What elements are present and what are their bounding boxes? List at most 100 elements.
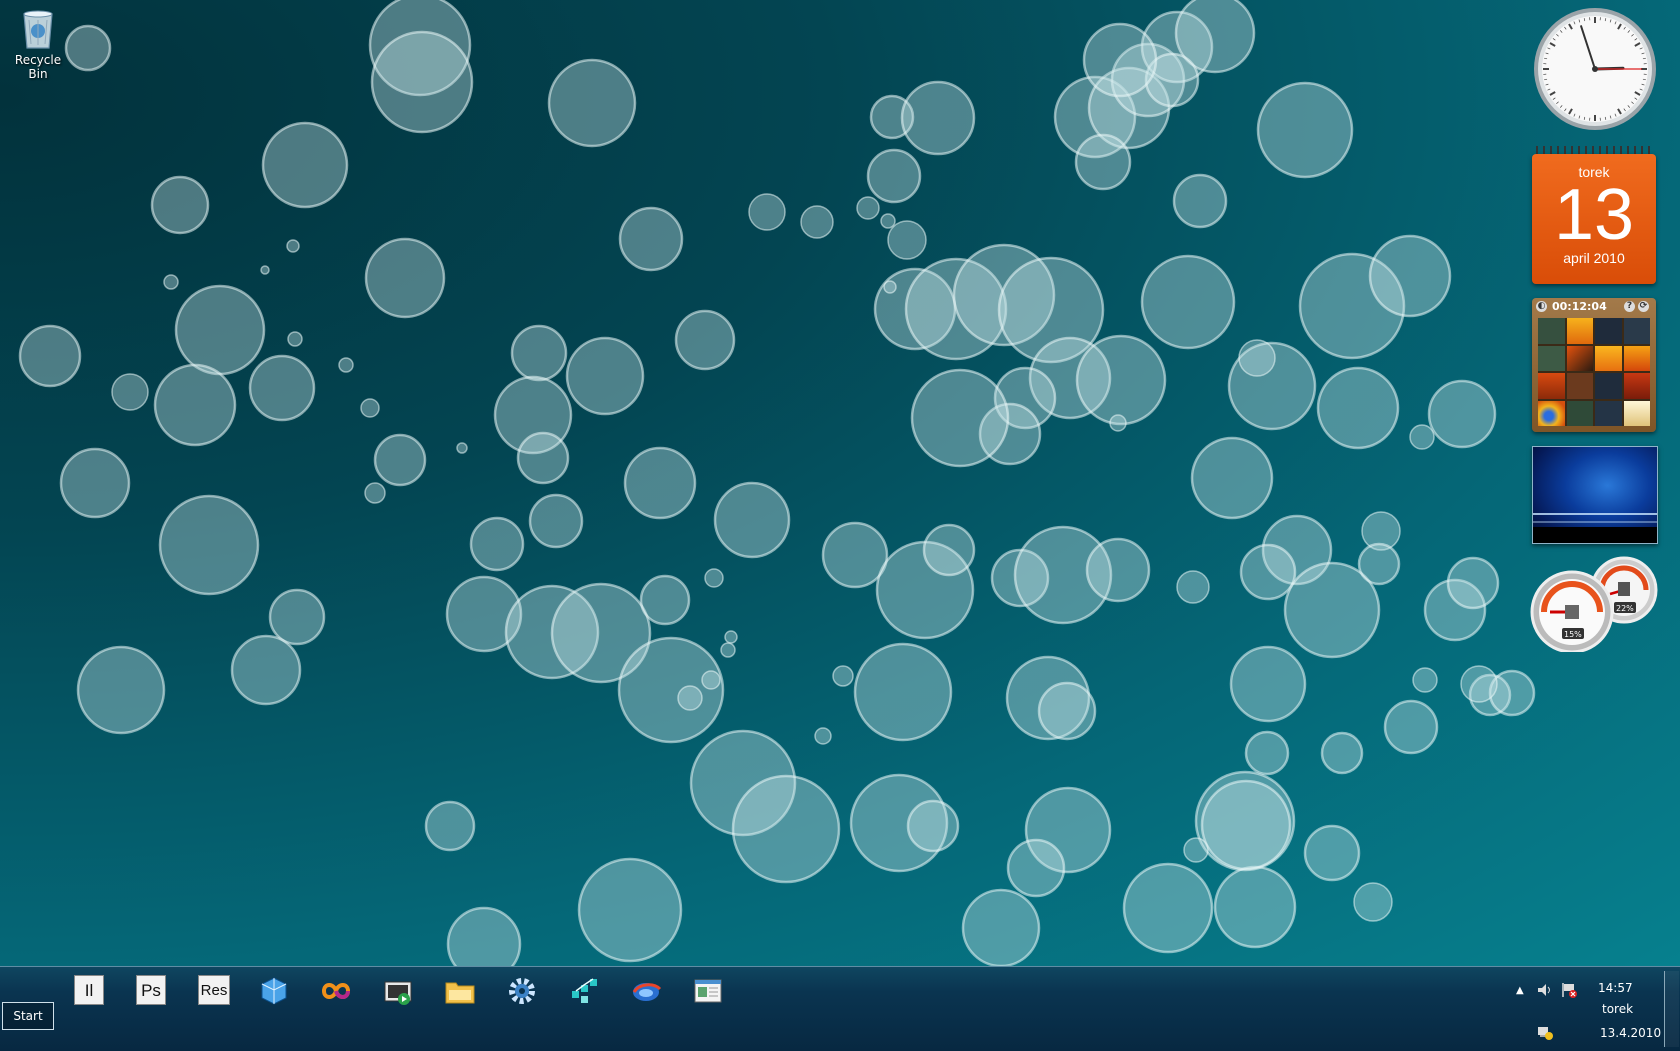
flag-alert-icon xyxy=(1560,981,1578,999)
wallpaper-bubble xyxy=(1239,340,1275,376)
taskbar-photoshop[interactable]: Ps xyxy=(136,975,166,1005)
wallpaper-bubble xyxy=(579,859,681,961)
wallpaper-bubble xyxy=(365,483,385,503)
taskbar-visual-studio[interactable] xyxy=(320,975,352,1007)
calendar-gadget[interactable]: torek 13 april 2010 xyxy=(1532,146,1656,284)
puzzle-picture-icon[interactable]: ⟳ xyxy=(1638,301,1649,312)
cpu-chip-icon xyxy=(1565,605,1579,619)
network-icon xyxy=(568,975,600,1007)
wallpaper-bubble xyxy=(749,194,785,230)
puzzle-grid[interactable] xyxy=(1538,318,1650,426)
wallpaper-bubble xyxy=(641,576,689,624)
wallpaper-bubble xyxy=(66,26,110,70)
puzzle-tile[interactable] xyxy=(1624,401,1651,427)
puzzle-tile[interactable] xyxy=(1538,373,1565,399)
puzzle-tile[interactable] xyxy=(1595,346,1622,372)
memory-icon xyxy=(1618,582,1630,596)
calendar-month-year: april 2010 xyxy=(1532,250,1656,266)
tray-clock-date[interactable]: 13.4.2010 xyxy=(1600,1026,1661,1040)
desktop-background[interactable]: Recycle Bin torek 13 april 2010 ◐ 00:12:… xyxy=(0,0,1680,966)
puzzle-tile[interactable] xyxy=(1538,318,1565,344)
wallpaper-bubble xyxy=(1124,864,1212,952)
puzzle-tile[interactable] xyxy=(1595,373,1622,399)
tray-action-center[interactable] xyxy=(1560,981,1578,1003)
wallpaper-bubble xyxy=(1184,838,1208,862)
puzzle-tile[interactable] xyxy=(1567,401,1594,427)
taskbar-settings[interactable] xyxy=(506,975,538,1007)
wallpaper-bubble xyxy=(924,525,974,575)
calendar-date: 13 xyxy=(1532,180,1656,250)
wallpaper-bubble xyxy=(164,275,178,289)
puzzle-tile[interactable] xyxy=(1567,318,1594,344)
wallpaper-bubble xyxy=(160,496,258,594)
wallpaper-bubble xyxy=(733,776,839,882)
wallpaper-bubble xyxy=(702,671,720,689)
wallpaper-bubble xyxy=(567,338,643,414)
recycle-bin-shortcut[interactable]: Recycle Bin xyxy=(4,6,72,81)
taskbar-windows-explorer[interactable] xyxy=(444,975,476,1007)
wallpaper-bubble xyxy=(512,326,566,380)
wallpaper-bubble xyxy=(705,569,723,587)
wallpaper-bubble xyxy=(372,32,472,132)
puzzle-tile[interactable] xyxy=(1538,346,1565,372)
wallpaper-bubble xyxy=(176,286,264,374)
wallpaper-bubble xyxy=(339,358,353,372)
puzzle-tile[interactable] xyxy=(1567,346,1594,372)
document-icon xyxy=(692,975,724,1007)
wallpaper-bubble xyxy=(721,643,735,657)
wallpaper-bubble xyxy=(1322,733,1362,773)
taskbar-media-center[interactable] xyxy=(382,975,414,1007)
wallpaper-bubble xyxy=(855,644,951,740)
show-desktop-button[interactable] xyxy=(1664,971,1679,1047)
picture-puzzle-gadget[interactable]: ◐ 00:12:04 ? ⟳ xyxy=(1532,298,1656,432)
wallpaper-bubble xyxy=(471,518,523,570)
media-center-icon xyxy=(382,975,414,1007)
recycle-bin-icon xyxy=(18,6,58,50)
wallpaper-bubble xyxy=(1142,256,1234,348)
taskbar-browser[interactable] xyxy=(630,975,662,1007)
clock-gadget[interactable] xyxy=(1532,6,1658,132)
puzzle-pause-icon[interactable]: ◐ xyxy=(1536,301,1547,312)
cpu-meter-gadget[interactable]: 15% 22% xyxy=(1530,556,1662,652)
clock-face xyxy=(1532,6,1658,132)
wallpaper-bubble xyxy=(1084,24,1156,96)
wallpaper-bubble xyxy=(833,666,853,686)
puzzle-help-icon[interactable]: ? xyxy=(1624,301,1635,312)
slideshow-gadget[interactable] xyxy=(1532,446,1658,544)
puzzle-tile[interactable] xyxy=(1624,318,1651,344)
wallpaper-bubble xyxy=(250,356,314,420)
puzzle-tile[interactable] xyxy=(1595,401,1622,427)
wallpaper-bubble xyxy=(155,365,235,445)
taskbar-resource-hacker[interactable]: Res xyxy=(198,975,230,1005)
wallpaper-bubble xyxy=(1231,647,1305,721)
slideshow-stripe xyxy=(1533,513,1657,515)
puzzle-tile[interactable] xyxy=(1624,373,1651,399)
wallpaper-bubble xyxy=(457,443,467,453)
show-hidden-icons-chevron-icon[interactable]: ▲ xyxy=(1516,985,1524,996)
speaker-icon xyxy=(1536,981,1554,999)
start-button[interactable]: Start xyxy=(2,1002,54,1030)
puzzle-tile[interactable] xyxy=(1624,346,1651,372)
tray-network[interactable] xyxy=(1536,1023,1554,1045)
wallpaper-bubble xyxy=(1174,175,1226,227)
wallpaper-bubble xyxy=(1076,135,1130,189)
wallpaper-bubble xyxy=(963,890,1039,966)
tray-volume[interactable] xyxy=(1536,981,1554,1003)
wallpaper-bubble xyxy=(912,370,1008,466)
wallpaper-bubble xyxy=(270,590,324,644)
puzzle-tile[interactable] xyxy=(1595,318,1622,344)
wallpaper-bubble xyxy=(1077,336,1165,424)
taskbar-virtualbox[interactable] xyxy=(258,975,290,1007)
cpu-usage-label: 15% xyxy=(1564,630,1582,639)
wallpaper-bubble xyxy=(112,374,148,410)
taskbar-network[interactable] xyxy=(568,975,600,1007)
wallpaper-bubble xyxy=(287,240,299,252)
wallpaper-bubble xyxy=(1354,883,1392,921)
taskbar-document[interactable] xyxy=(692,975,724,1007)
puzzle-tile[interactable] xyxy=(1538,401,1565,427)
wallpaper-bubble xyxy=(1461,666,1497,702)
puzzle-tile-empty[interactable] xyxy=(1567,373,1594,399)
taskbar-illustrator[interactable]: Il xyxy=(74,975,104,1005)
tray-clock-time[interactable]: 14:57 xyxy=(1598,981,1633,995)
tray-clock-day[interactable]: torek xyxy=(1602,1002,1633,1016)
